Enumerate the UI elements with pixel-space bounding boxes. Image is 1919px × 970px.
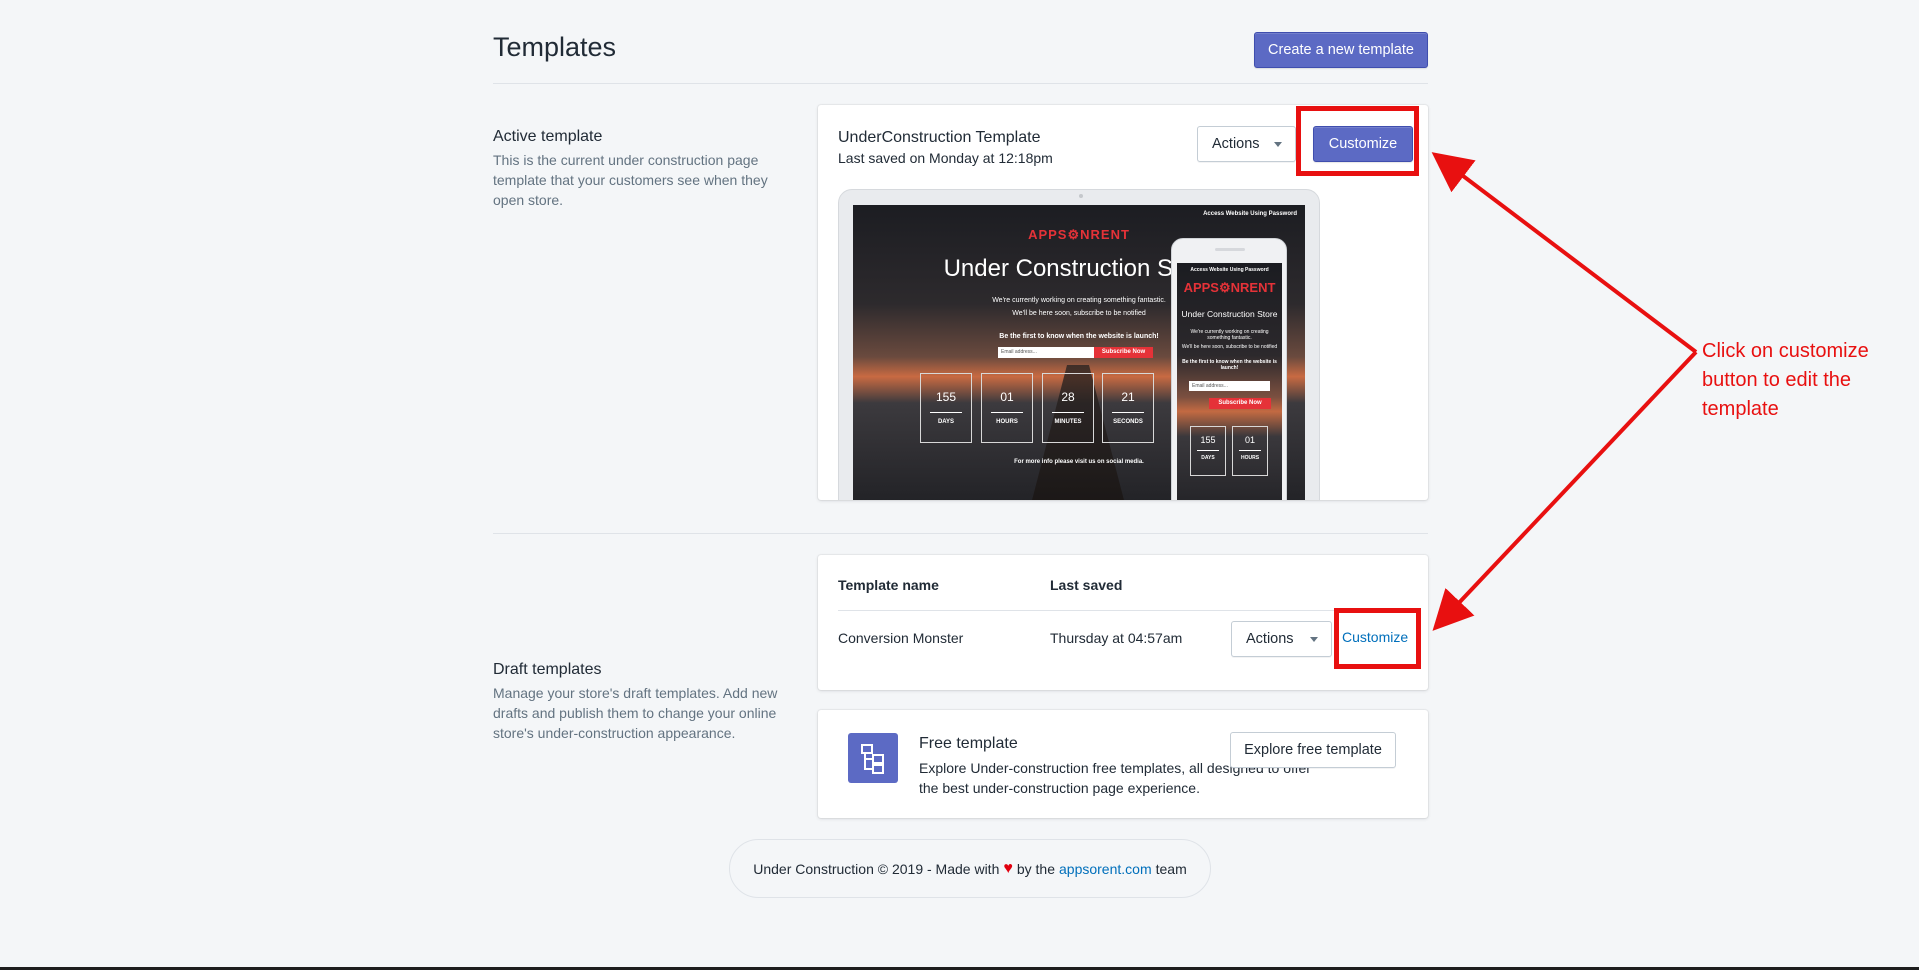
- annotation-arrows: [1431, 152, 1698, 631]
- annotation-text: Click on customize button to edit the te…: [1702, 340, 1869, 420]
